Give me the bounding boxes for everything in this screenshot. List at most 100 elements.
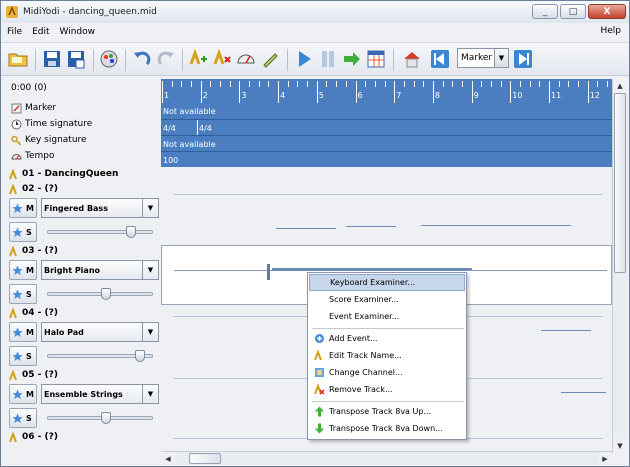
track-05-instrument-select[interactable]: Ensemble Strings ▼: [41, 384, 159, 404]
menu-transpose-down[interactable]: Transpose Track 8va Down...: [309, 420, 465, 437]
grid-button[interactable]: [365, 48, 387, 70]
menu-transpose-up[interactable]: Transpose Track 8va Up...: [309, 403, 465, 420]
track-03-volume-thumb[interactable]: [101, 288, 111, 300]
key-signature-lane[interactable]: Not available: [161, 136, 612, 152]
track-01-lane[interactable]: [161, 167, 612, 181]
note-add-icon: [189, 49, 207, 65]
chevron-down-icon[interactable]: ▼: [494, 49, 508, 67]
previous-marker-button[interactable]: [429, 48, 451, 70]
menu-bar: File Edit Window Help: [1, 23, 629, 41]
ruler-minor-tick: [452, 81, 454, 87]
ruler-minor-tick: [597, 81, 599, 87]
track-04-volume-slider[interactable]: [47, 350, 153, 362]
chevron-down-icon: ▼: [142, 385, 158, 403]
track-02-solo-button[interactable]: S: [9, 222, 37, 242]
ruler-minor-tick: [258, 81, 260, 87]
ruler-tick-label: 3: [241, 91, 247, 100]
menu-keyboard-examiner[interactable]: Keyboard Examiner...: [309, 274, 465, 291]
remove-track-button[interactable]: [211, 48, 233, 70]
save-button[interactable]: [41, 48, 63, 70]
ruler-tick-label: 7: [396, 91, 402, 100]
menu-edit-track-name[interactable]: Edit Track Name...: [309, 347, 465, 364]
chevron-down-icon: ▼: [142, 323, 158, 341]
tempo-button[interactable]: [235, 48, 257, 70]
home-button[interactable]: [401, 48, 423, 70]
redo-icon: [157, 51, 174, 66]
scroll-right-icon[interactable]: ▶: [598, 452, 612, 466]
track-05-volume-slider[interactable]: [47, 412, 153, 424]
track-04-mute-button[interactable]: M: [9, 322, 37, 342]
track-06-header[interactable]: 06 - (?): [7, 430, 58, 444]
ruler-tick-label: 8: [434, 91, 440, 100]
minimize-button[interactable]: _: [532, 4, 558, 19]
timeline-ruler[interactable]: 1 2 3 4 5 6 7 8 9 10 11 12: [161, 79, 618, 103]
track-03-solo-button[interactable]: S: [9, 284, 37, 304]
track-03-volume-slider[interactable]: [47, 288, 153, 300]
track-03-header[interactable]: 03 - (?): [7, 244, 58, 258]
close-button[interactable]: X: [588, 4, 626, 19]
track-04-header[interactable]: 04 - (?): [7, 306, 58, 320]
maximize-button[interactable]: □: [560, 4, 586, 19]
menu-file[interactable]: File: [7, 27, 22, 37]
next-marker-button[interactable]: [512, 48, 534, 70]
menu-edit[interactable]: Edit: [32, 27, 49, 37]
palette-icon: [100, 50, 118, 68]
ruler-minor-tick: [336, 81, 338, 87]
save-as-button[interactable]: [65, 48, 87, 70]
star-icon: [12, 389, 23, 399]
track-05-header[interactable]: 05 - (?): [7, 368, 58, 382]
menu-window[interactable]: Window: [60, 27, 96, 37]
track-02-mute-button[interactable]: M: [9, 198, 37, 218]
menu-remove-track[interactable]: Remove Track...: [309, 381, 465, 398]
track-04-instrument-select[interactable]: Halo Pad ▼: [41, 322, 159, 342]
menu-event-examiner[interactable]: Event Examiner...: [309, 308, 465, 325]
track-01-header[interactable]: 01 - DancingQueen: [7, 167, 118, 181]
open-folder-button[interactable]: [7, 48, 29, 70]
track-03-instrument-select[interactable]: Bright Piano ▼: [41, 260, 159, 280]
settings-button[interactable]: [98, 48, 120, 70]
menu-help[interactable]: Help: [600, 26, 621, 36]
marker-select[interactable]: Marker ▼: [457, 48, 509, 68]
marker-row-label: Marker: [7, 100, 56, 116]
track-02-lane[interactable]: [161, 182, 612, 244]
redo-button[interactable]: [155, 48, 177, 70]
horizontal-scroll-thumb[interactable]: [189, 453, 221, 464]
floppy-icon: [44, 51, 60, 67]
tempo-lane[interactable]: 100: [161, 152, 612, 168]
scroll-left-icon[interactable]: ◀: [161, 452, 175, 466]
pause-button[interactable]: [317, 48, 339, 70]
vertical-scrollbar[interactable]: ▲ ▼: [612, 79, 627, 453]
ruler-minor-tick: [490, 81, 492, 87]
star-icon: [12, 203, 23, 213]
scroll-up-icon[interactable]: ▲: [613, 79, 627, 93]
vertical-scroll-thumb[interactable]: [614, 93, 626, 273]
track-02-volume-thumb[interactable]: [126, 226, 136, 238]
track-05-solo-button[interactable]: S: [9, 408, 37, 428]
marker-lane[interactable]: Not available: [161, 103, 612, 119]
undo-button[interactable]: [131, 48, 153, 70]
ruler-major-tick: [316, 81, 318, 103]
scroll-down-icon[interactable]: ▼: [613, 439, 627, 453]
menu-change-channel[interactable]: Change Channel...: [309, 364, 465, 381]
track-03-mute-button[interactable]: M: [9, 260, 37, 280]
track-04-solo-button[interactable]: S: [9, 346, 37, 366]
play-button[interactable]: [293, 48, 315, 70]
track-05-mute-button[interactable]: M: [9, 384, 37, 404]
home-icon: [404, 52, 420, 68]
edit-button[interactable]: [259, 48, 281, 70]
track-05-volume-thumb[interactable]: [101, 412, 111, 424]
track-02-header[interactable]: 02 - (?): [7, 182, 58, 196]
menu-score-examiner[interactable]: Score Examiner...: [309, 291, 465, 308]
ruler-major-tick: [510, 81, 512, 103]
menu-add-event[interactable]: Add Event...: [309, 330, 465, 347]
star-icon: [12, 289, 23, 299]
arrow-down-icon: [315, 423, 324, 434]
track-02-instrument-select[interactable]: Fingered Bass ▼: [41, 198, 159, 218]
time-signature-lane[interactable]: 4/4 4/4: [161, 120, 612, 136]
horizontal-scrollbar[interactable]: ◀ ▶: [161, 451, 612, 466]
track-02-volume-slider[interactable]: [47, 226, 153, 238]
add-track-button[interactable]: [187, 48, 209, 70]
forward-button[interactable]: [341, 48, 363, 70]
track-04-volume-thumb[interactable]: [135, 350, 145, 362]
marker-icon: [11, 103, 22, 113]
